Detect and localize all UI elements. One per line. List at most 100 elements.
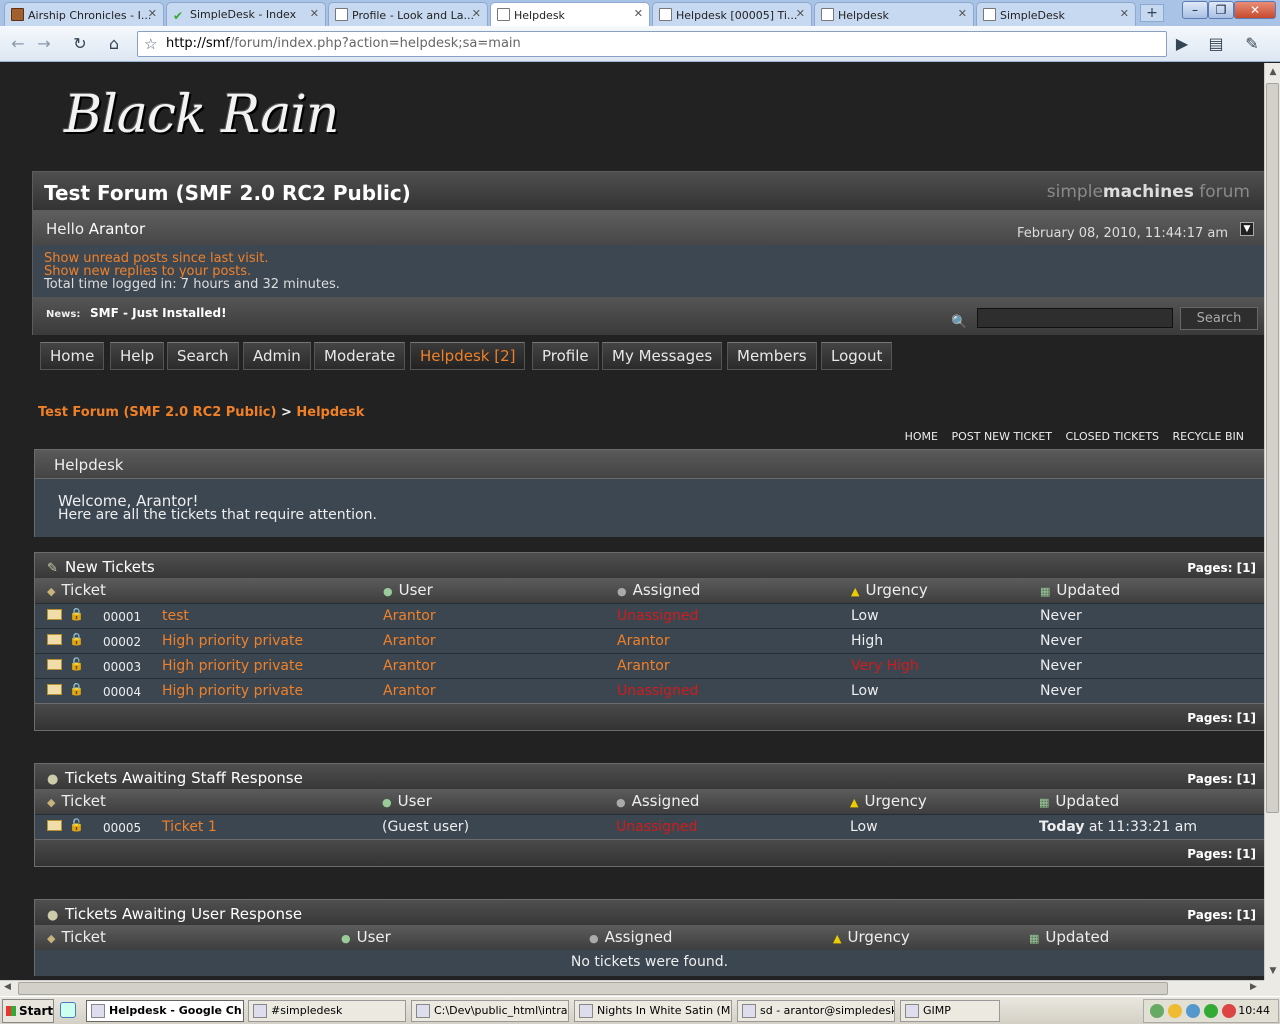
taskbar-item[interactable]: GIMP: [900, 1000, 1000, 1022]
pagination[interactable]: Pages: [1]: [1187, 908, 1256, 922]
col-updated[interactable]: ▦ Updated: [1039, 792, 1119, 810]
col-user[interactable]: ● User: [341, 928, 391, 946]
nav-closed-tickets[interactable]: CLOSED TICKETS: [1066, 430, 1159, 443]
wrench-icon[interactable]: ✎: [1240, 33, 1264, 55]
horizontal-scrollbar[interactable]: ◀ ▶: [0, 980, 1264, 996]
scroll-up-icon[interactable]: ▲: [1267, 67, 1279, 77]
ticket-user-link[interactable]: Arantor: [383, 658, 436, 674]
reload-icon[interactable]: ↻: [68, 33, 92, 55]
address-bar[interactable]: ☆ http://smf/forum/index.php?action=help…: [137, 31, 1167, 57]
bookmark-star-icon[interactable]: ☆: [144, 32, 157, 56]
maximize-button[interactable]: ❐: [1208, 1, 1234, 19]
search-input[interactable]: [977, 308, 1173, 328]
col-ticket[interactable]: ◆ Ticket: [47, 792, 106, 810]
taskbar-item[interactable]: C:\Dev\public_html\intra...: [411, 1000, 569, 1022]
breadcrumb-forum[interactable]: Test Forum (SMF 2.0 RC2 Public): [38, 405, 276, 420]
close-window-button[interactable]: ✕: [1234, 1, 1276, 19]
browser-tab[interactable]: Airship Chronicles - I... ✕: [4, 2, 164, 26]
network-icon[interactable]: [1150, 1004, 1164, 1018]
scroll-right-icon[interactable]: ▶: [1250, 982, 1257, 992]
browser-tab[interactable]: Helpdesk ✕: [814, 2, 974, 26]
start-button[interactable]: Start: [2, 999, 54, 1023]
collapse-toggle-icon[interactable]: ▼: [1240, 222, 1254, 236]
ticket-assigned-link[interactable]: Arantor: [617, 658, 670, 674]
col-urgency[interactable]: ▲ Urgency: [833, 928, 910, 946]
close-icon[interactable]: ✕: [1120, 7, 1129, 20]
col-urgency[interactable]: ▲ Urgency: [850, 792, 927, 810]
close-icon[interactable]: ✕: [472, 7, 481, 20]
close-icon[interactable]: ✕: [958, 7, 967, 20]
ticket-subject-link[interactable]: High priority private: [162, 633, 303, 649]
browser-tab[interactable]: Helpdesk [00005] Ti... ✕: [652, 2, 812, 26]
browser-tab[interactable]: SimpleDesk ✕: [976, 2, 1136, 26]
menu-logout[interactable]: Logout: [821, 342, 893, 370]
pagination[interactable]: Pages: [1]: [1187, 711, 1256, 725]
pagination[interactable]: Pages: [1]: [1187, 772, 1256, 786]
back-icon[interactable]: ←: [6, 33, 30, 55]
minimize-button[interactable]: –: [1182, 1, 1208, 19]
breadcrumb-helpdesk[interactable]: Helpdesk: [296, 405, 364, 420]
ticket-subject-link[interactable]: Ticket 1: [162, 819, 217, 835]
page-menu-icon[interactable]: ▤: [1204, 33, 1228, 55]
menu-home[interactable]: Home: [40, 342, 105, 370]
col-urgency[interactable]: ▲ Urgency: [851, 581, 928, 599]
col-user[interactable]: ● User: [382, 792, 432, 810]
browser-tab[interactable]: ✔ SimpleDesk - Index ✕: [166, 2, 326, 26]
menu-help[interactable]: Help: [110, 342, 165, 370]
close-icon[interactable]: ✕: [796, 7, 805, 20]
ticket-user-link[interactable]: Arantor: [383, 683, 436, 699]
col-updated[interactable]: ▦ Updated: [1029, 928, 1109, 946]
col-ticket[interactable]: ◆ Ticket: [47, 581, 106, 599]
smf-logo[interactable]: simplemachines forum: [1047, 182, 1250, 202]
taskbar-item[interactable]: #simpledesk: [248, 1000, 406, 1022]
quick-launch-icon[interactable]: [60, 1002, 76, 1018]
ticket-subject-link[interactable]: High priority private: [162, 683, 303, 699]
vertical-scrollbar[interactable]: ▲ ▼: [1264, 63, 1280, 980]
menu-search[interactable]: Search: [167, 342, 239, 370]
forum-logo[interactable]: Black Rain: [64, 85, 339, 145]
menu-helpdesk[interactable]: Helpdesk [2]: [410, 342, 526, 370]
volume-icon[interactable]: [1186, 1004, 1200, 1018]
scroll-thumb[interactable]: [1266, 83, 1279, 813]
go-icon[interactable]: ▶: [1170, 33, 1194, 55]
ticket-user-link[interactable]: Arantor: [383, 608, 436, 624]
col-assigned[interactable]: ● Assigned: [589, 928, 672, 946]
nav-post-new-ticket[interactable]: POST NEW TICKET: [951, 430, 1052, 443]
ticket-user-link[interactable]: Arantor: [383, 633, 436, 649]
close-icon[interactable]: ✕: [310, 7, 319, 20]
taskbar-item[interactable]: sd - arantor@simpledesk...: [737, 1000, 895, 1022]
browser-tab[interactable]: Profile - Look and La... ✕: [328, 2, 488, 26]
menu-members[interactable]: Members: [727, 342, 817, 370]
ticket-subject-link[interactable]: High priority private: [162, 658, 303, 674]
col-ticket[interactable]: ◆ Ticket: [47, 928, 106, 946]
menu-moderate[interactable]: Moderate: [314, 342, 406, 370]
col-user[interactable]: ● User: [383, 581, 433, 599]
forum-title[interactable]: Test Forum (SMF 2.0 RC2 Public): [44, 181, 411, 205]
menu-my-messages[interactable]: My Messages: [602, 342, 723, 370]
col-assigned[interactable]: ● Assigned: [616, 792, 699, 810]
close-icon[interactable]: ✕: [634, 7, 643, 20]
ticket-assigned-link[interactable]: Arantor: [617, 633, 670, 649]
taskbar-item[interactable]: Helpdesk - Google Ch...: [86, 1000, 244, 1022]
new-tab-button[interactable]: +: [1140, 4, 1164, 22]
nav-recycle-bin[interactable]: RECYCLE BIN: [1173, 430, 1244, 443]
taskbar-clock[interactable]: 10:44: [1238, 1004, 1270, 1017]
pagination[interactable]: Pages: [1]: [1187, 847, 1256, 861]
shield-icon[interactable]: [1168, 1004, 1182, 1018]
menu-admin[interactable]: Admin: [243, 342, 311, 370]
scroll-down-icon[interactable]: ▼: [1267, 966, 1279, 976]
nav-home[interactable]: HOME: [905, 430, 938, 443]
close-icon[interactable]: ✕: [148, 7, 157, 20]
col-updated[interactable]: ▦ Updated: [1040, 581, 1120, 599]
home-icon[interactable]: ⌂: [102, 33, 126, 55]
taskbar-item[interactable]: Nights In White Satin (M...: [574, 1000, 732, 1022]
forward-icon[interactable]: →: [32, 33, 56, 55]
scroll-thumb[interactable]: [18, 982, 1168, 995]
scroll-left-icon[interactable]: ◀: [4, 982, 11, 992]
search-button[interactable]: Search: [1180, 307, 1258, 330]
update-icon[interactable]: [1222, 1004, 1236, 1018]
ticket-subject-link[interactable]: test: [162, 608, 189, 624]
col-assigned[interactable]: ● Assigned: [617, 581, 700, 599]
nvidia-icon[interactable]: [1204, 1004, 1218, 1018]
browser-tab-active[interactable]: Helpdesk ✕: [490, 2, 650, 27]
